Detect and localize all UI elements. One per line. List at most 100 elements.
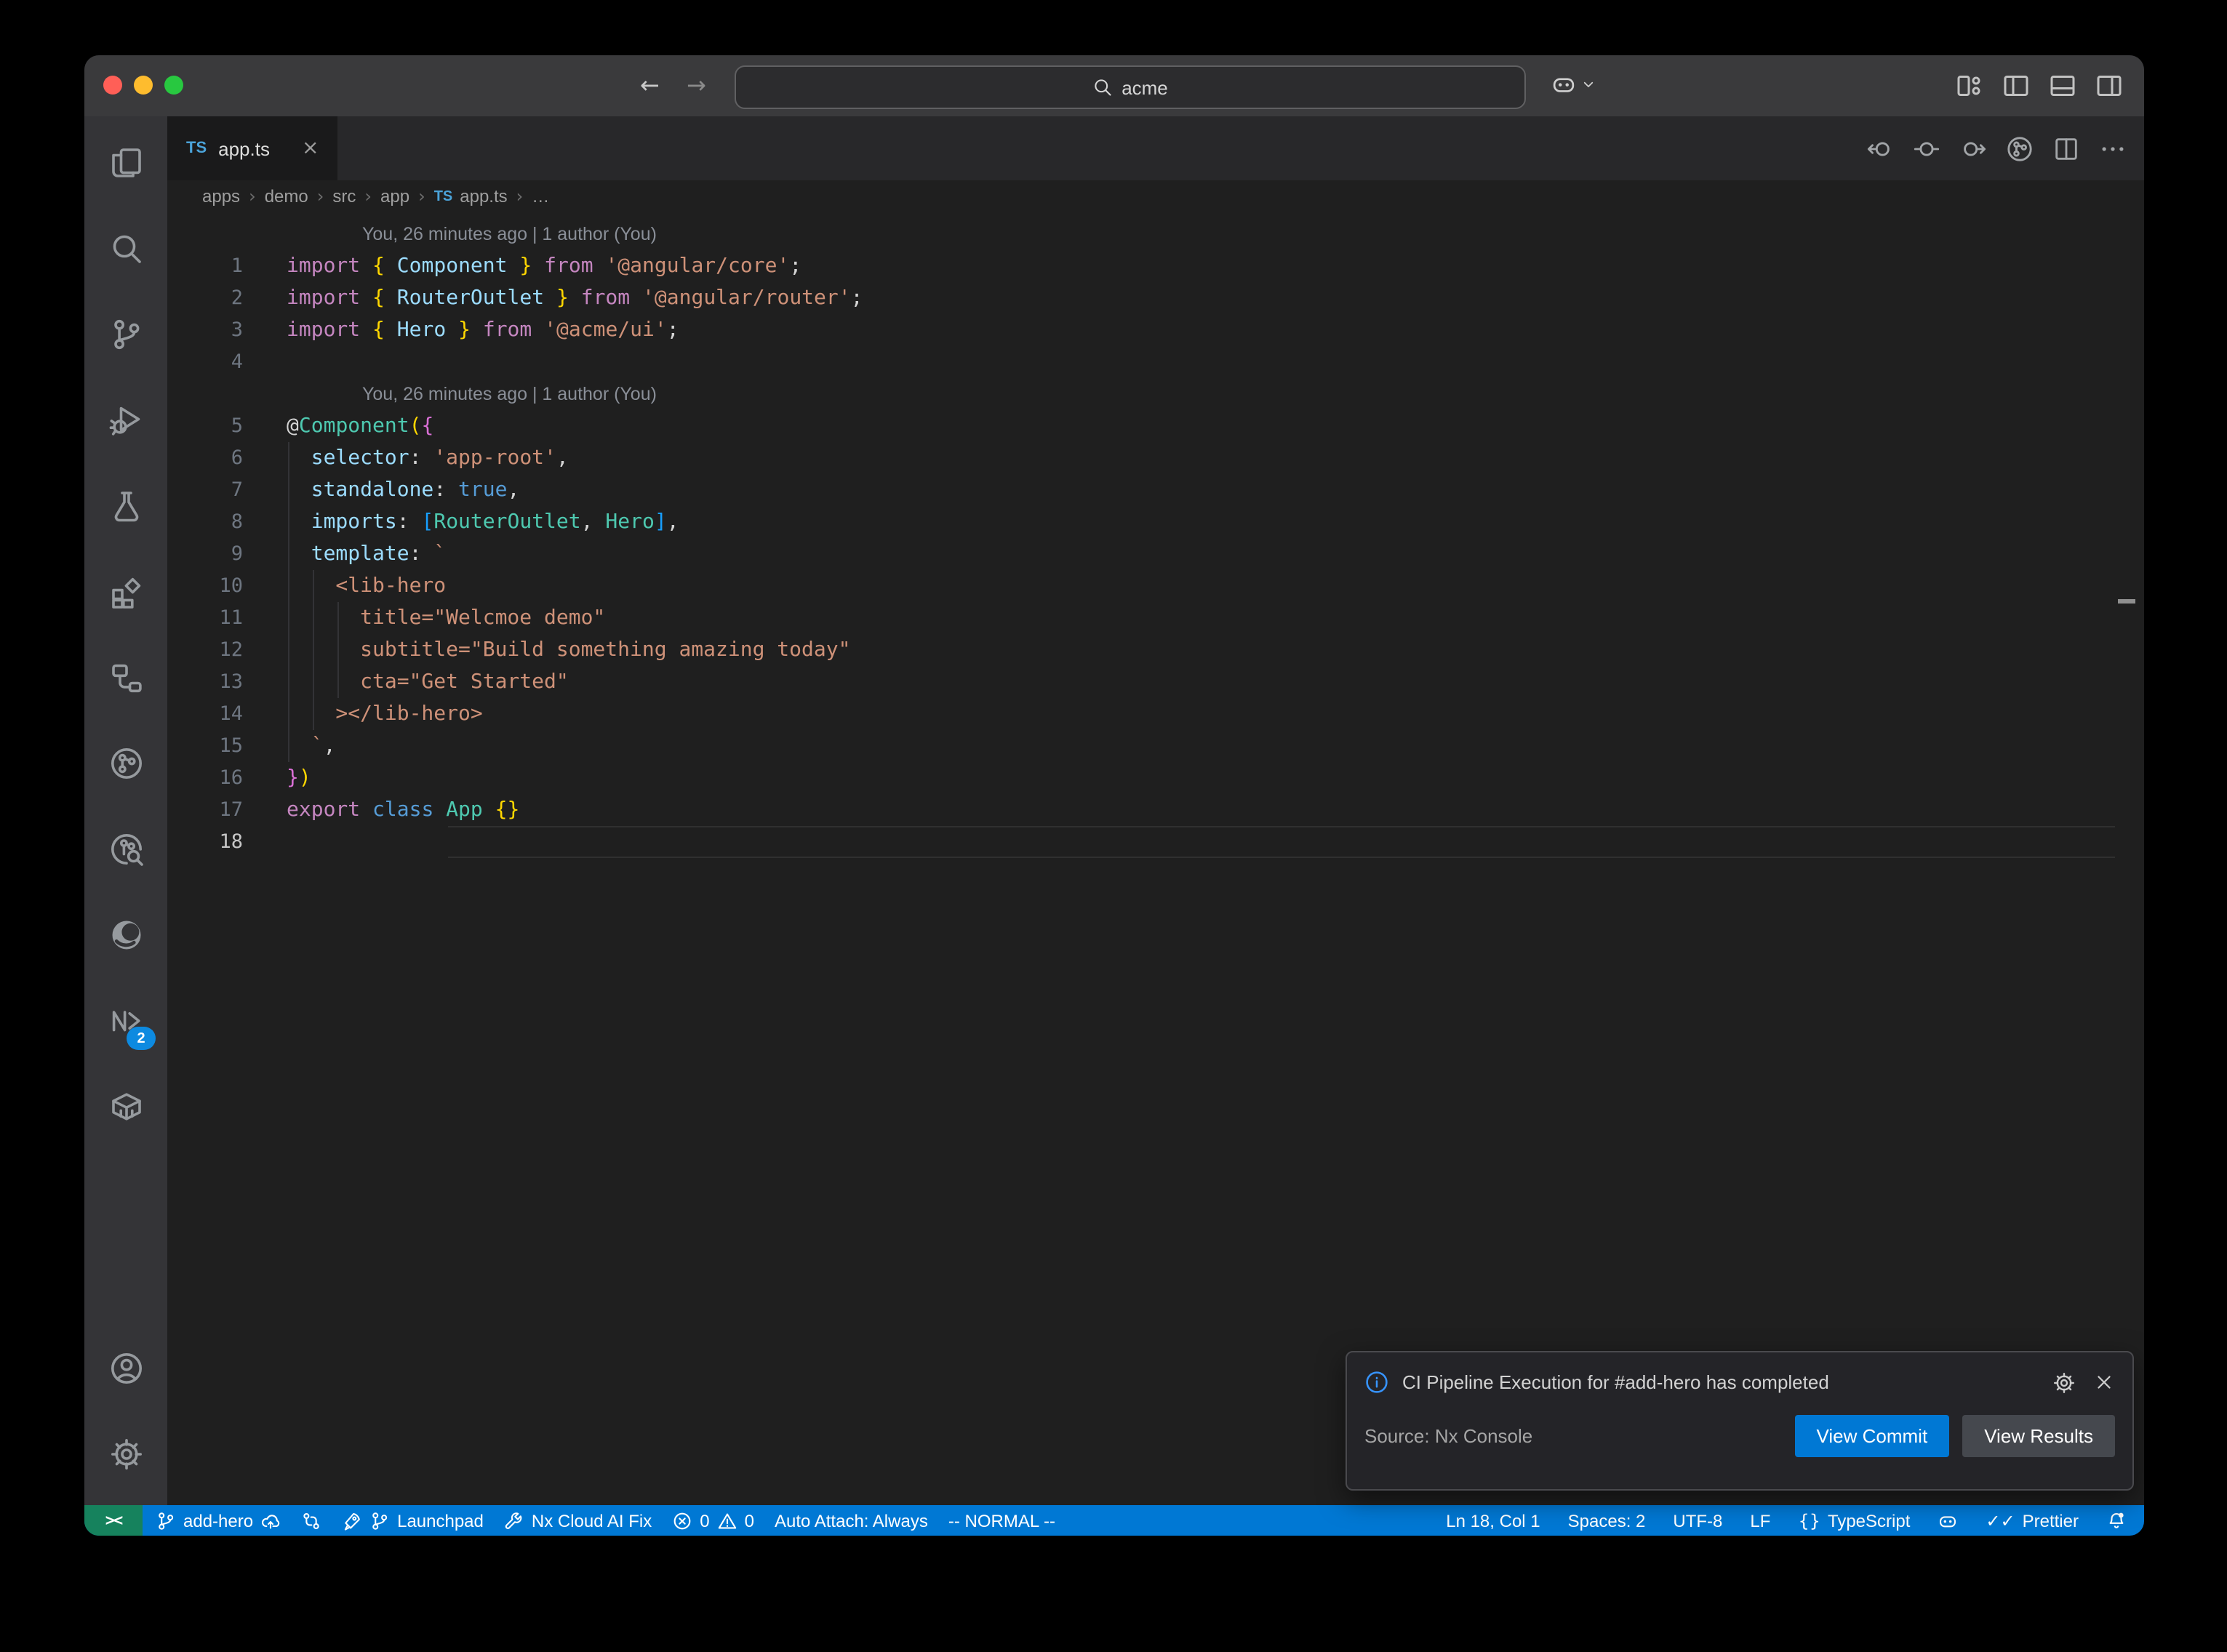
- code-editor[interactable]: You, 26 minutes ago | 1 author (You)1imp…: [167, 212, 2144, 1505]
- copilot-menu[interactable]: [1551, 71, 1597, 97]
- line-number: 2: [167, 282, 243, 314]
- tab-close-icon[interactable]: ×: [302, 137, 319, 160]
- split-editor-button[interactable]: [2052, 135, 2080, 162]
- activity-bar-item-edge-devtools[interactable]: [84, 891, 167, 977]
- activity-bar-item-settings[interactable]: [84, 1411, 167, 1496]
- status-item-encoding[interactable]: UTF-8: [1673, 1510, 1722, 1531]
- activity-bar-item-source-control[interactable]: [84, 291, 167, 377]
- bell-dot-icon: [2106, 1510, 2127, 1531]
- status-item-eol[interactable]: LF: [1750, 1510, 1770, 1531]
- copilot-icon: [1938, 1510, 1958, 1531]
- breadcrumb-item[interactable]: src: [332, 186, 356, 206]
- code-line: 8 imports: [RouterOutlet, Hero],: [167, 506, 2144, 538]
- status-item-git-compare[interactable]: [301, 1510, 321, 1531]
- activity-bar-item-extensions[interactable]: [84, 548, 167, 634]
- status-item-notifications-bell[interactable]: [2106, 1510, 2127, 1531]
- vscode-window: ← → acme 2 TS app.ts ×: [84, 55, 2144, 1536]
- code-line: 17export class App {}: [167, 794, 2144, 826]
- search-icon: [108, 230, 143, 265]
- line-number: 17: [167, 794, 243, 826]
- activity-bar-item-accounts[interactable]: [84, 1325, 167, 1411]
- status-item-language-mode[interactable]: {}TypeScript: [1798, 1510, 1910, 1531]
- breadcrumb-item[interactable]: …: [532, 186, 549, 206]
- problems-label: 0: [745, 1510, 754, 1531]
- layout-sidebar-right-icon: [2095, 71, 2124, 100]
- typescript-file-icon: TS: [434, 188, 453, 204]
- nav-forward-button[interactable]: [1959, 135, 1987, 162]
- blame-annotation-row: You, 26 minutes ago | 1 author (You): [167, 218, 2144, 250]
- nav-forward-icon: [1959, 135, 1987, 162]
- window-controls: [103, 76, 183, 95]
- status-item-indentation[interactable]: Spaces: 2: [1568, 1510, 1646, 1531]
- layout-customize-button[interactable]: [1955, 71, 1984, 100]
- ellipsis-button[interactable]: [2099, 135, 2127, 162]
- copilot-icon: [1551, 71, 1577, 97]
- line-number: 6: [167, 442, 243, 474]
- activity-bar-item-explorer[interactable]: [84, 119, 167, 205]
- gitlens-blame-text[interactable]: You, 26 minutes ago | 1 author (You): [362, 218, 657, 250]
- code-line: 6 selector: 'app-root',: [167, 442, 2144, 474]
- line-number: 12: [167, 634, 243, 666]
- view-commit-button[interactable]: View Commit: [1795, 1415, 1950, 1457]
- breadcrumb-separator: ›: [249, 186, 256, 206]
- notification-close-button[interactable]: [2093, 1371, 2115, 1394]
- status-item-problems[interactable]: 00: [672, 1510, 754, 1531]
- code-line: 14 ></lib-hero>: [167, 698, 2144, 730]
- activity-bar-item-gitlens-search[interactable]: [84, 806, 167, 891]
- minimize-window-button[interactable]: [134, 76, 153, 95]
- close-window-button[interactable]: [103, 76, 122, 95]
- activity-bar-item-commit-graph[interactable]: [84, 720, 167, 806]
- line-number: 10: [167, 570, 243, 602]
- status-item-nx-cloud-ai-fix[interactable]: Nx Cloud AI Fix: [504, 1510, 652, 1531]
- commit-graph-button[interactable]: [2006, 135, 2034, 162]
- breadcrumb-item[interactable]: apps: [202, 186, 240, 206]
- history-forward-button[interactable]: →: [687, 71, 706, 100]
- status-item-launchpad[interactable]: Launchpad: [342, 1510, 484, 1531]
- debug-icon: [108, 402, 143, 437]
- status-item-cursor-position[interactable]: Ln 18, Col 1: [1446, 1510, 1540, 1531]
- gitlens-blame-text[interactable]: You, 26 minutes ago | 1 author (You): [362, 378, 657, 410]
- breadcrumb-item[interactable]: app: [380, 186, 409, 206]
- line-number: 15: [167, 730, 243, 762]
- notification-settings-button[interactable]: [2052, 1371, 2076, 1394]
- nav-back-button[interactable]: [1866, 135, 1894, 162]
- beaker-icon: [108, 488, 143, 523]
- activity-bar-item-containers[interactable]: [84, 1063, 167, 1149]
- activity-bar-item-run-and-debug[interactable]: [84, 377, 167, 462]
- activity-bar-item-search[interactable]: [84, 205, 167, 291]
- history-back-button[interactable]: ←: [640, 71, 660, 100]
- notification-title: CI Pipeline Execution for #add-hero has …: [1402, 1371, 2039, 1393]
- status-item-prettier[interactable]: ✓✓Prettier: [1986, 1510, 2079, 1531]
- layout-panel-button[interactable]: [2048, 71, 2077, 100]
- activity-bar-item-nx-console[interactable]: 2: [84, 977, 167, 1063]
- commit-graph-icon: [2006, 135, 2034, 162]
- eol-label: LF: [1750, 1510, 1770, 1531]
- zoom-window-button[interactable]: [164, 76, 183, 95]
- tab-app-ts[interactable]: TS app.ts ×: [167, 116, 337, 180]
- activity-bar-item-testing[interactable]: [84, 462, 167, 548]
- breadcrumb-separator: ›: [364, 186, 372, 206]
- breadcrumb-item[interactable]: TSapp.ts: [434, 186, 508, 206]
- breadcrumb-item[interactable]: demo: [265, 186, 308, 206]
- command-center-search[interactable]: acme: [735, 65, 1526, 109]
- line-number: 1: [167, 250, 243, 282]
- status-bar: >< add-hero Launchpad Nx Cloud AI Fix 00 Aut…: [84, 1505, 2144, 1536]
- commit-graph-icon: [108, 745, 143, 780]
- status-item-branch-indicator[interactable]: add-hero: [156, 1510, 281, 1531]
- nav-circle-button[interactable]: [1913, 135, 1940, 162]
- line-number: 4: [167, 346, 243, 378]
- status-item-auto-attach[interactable]: Auto Attach: Always: [775, 1510, 928, 1531]
- activity-bar-item-references[interactable]: [84, 634, 167, 720]
- code-line: 13 cta="Get Started": [167, 666, 2144, 698]
- remote-indicator[interactable]: ><: [84, 1505, 143, 1536]
- prettier-label: Prettier: [2023, 1510, 2079, 1531]
- view-results-button[interactable]: View Results: [1962, 1415, 2115, 1457]
- desktop: ← → acme 2 TS app.ts ×: [0, 0, 2227, 1652]
- status-item-copilot-status[interactable]: [1938, 1510, 1958, 1531]
- account-icon: [108, 1350, 143, 1385]
- layout-sidebar-left-button[interactable]: [2002, 71, 2031, 100]
- code-line: 11 title="Welcmoe demo": [167, 602, 2144, 634]
- layout-sidebar-right-button[interactable]: [2095, 71, 2124, 100]
- status-item-vim-mode[interactable]: -- NORMAL --: [948, 1510, 1055, 1531]
- title-bar: ← → acme: [84, 55, 2144, 118]
